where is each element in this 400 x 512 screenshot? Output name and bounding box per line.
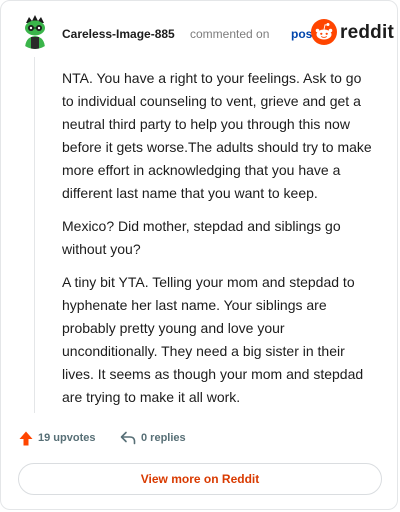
snoo-avatar-icon [17, 13, 53, 49]
comment-header: Careless-Image-885 commented on post red… [17, 13, 394, 53]
reddit-wordmark: reddit [340, 22, 394, 43]
username[interactable]: Careless-Image-885 [62, 27, 175, 41]
view-more-button[interactable]: View more on Reddit [18, 463, 382, 495]
comment-paragraph: Mexico? Did mother, stepdad and siblings… [62, 218, 341, 257]
thread-line [34, 57, 35, 413]
reddit-logo-icon [311, 19, 337, 45]
reply-arrow-icon [120, 431, 136, 445]
comment-paragraph: NTA. You have a right to your feelings. … [62, 70, 372, 201]
comment-footer: 19 upvotes 0 replies [19, 429, 379, 449]
upvote-count: 19 upvotes [38, 432, 96, 444]
reddit-logo[interactable]: reddit [311, 19, 394, 45]
upvote-button[interactable]: 19 upvotes [19, 429, 129, 449]
comment-body: NTA. You have a right to your feelings. … [62, 67, 374, 419]
comment-paragraph: A tiny bit YTA. Telling your mom and ste… [62, 274, 364, 405]
comment-card: Careless-Image-885 commented on post red… [0, 0, 398, 510]
commented-on-text: commented on [190, 27, 270, 41]
reply-button[interactable]: 0 replies [120, 429, 230, 449]
upvote-arrow-icon [19, 431, 33, 446]
user-avatar[interactable] [17, 13, 53, 49]
reply-count: 0 replies [141, 432, 186, 444]
